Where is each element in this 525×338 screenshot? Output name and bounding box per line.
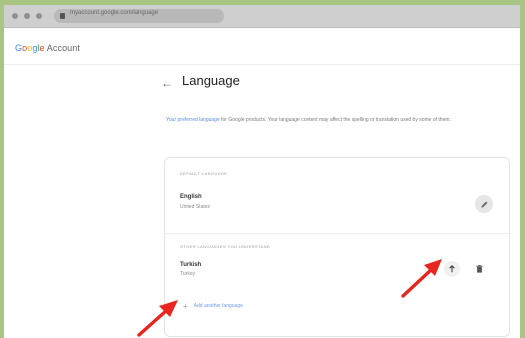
reload-icon[interactable] (36, 13, 42, 19)
language-card: Default language English United States O… (164, 157, 510, 337)
forward-nav-icon[interactable] (24, 13, 30, 19)
page-description: Your preferred language for Google produ… (166, 115, 466, 125)
back-nav-icon[interactable] (12, 13, 18, 19)
preferred-language-link[interactable]: Your preferred language (166, 117, 220, 123)
browser-toolbar: myaccount.google.com/language (4, 5, 520, 28)
address-bar[interactable]: myaccount.google.com/language (54, 9, 224, 23)
plus-icon: + (183, 301, 188, 311)
page-title: Language (182, 73, 240, 88)
add-language-label: Add another language (193, 303, 243, 309)
arrow-up-icon (449, 265, 455, 273)
add-language-button[interactable]: + Add another language (183, 298, 287, 314)
default-language-label: Default language (180, 171, 228, 176)
other-languages-label: Other languages you understand (180, 244, 271, 249)
other-language-region: Turkey (180, 271, 196, 277)
logo-suffix: Account (44, 43, 80, 53)
annotation-arrow-icon (401, 259, 442, 298)
google-account-logo[interactable]: Google Account (15, 43, 80, 53)
address-bar-url: myaccount.google.com/language (70, 10, 159, 16)
other-language-name: Turkish (180, 262, 202, 268)
lock-icon (60, 13, 65, 19)
arrow-left-icon[interactable]: ← (161, 76, 173, 90)
default-language-name: English (180, 194, 202, 200)
card-divider (165, 233, 509, 234)
trash-icon (475, 265, 483, 273)
page-header: Google Account (4, 28, 520, 65)
edit-language-button[interactable] (475, 195, 493, 213)
pencil-icon (480, 201, 487, 208)
default-language-region: United States (180, 204, 211, 210)
annotation-arrow-icon (137, 300, 178, 337)
delete-language-button[interactable] (471, 261, 487, 277)
description-text: for Google products. Your language conte… (219, 117, 451, 123)
